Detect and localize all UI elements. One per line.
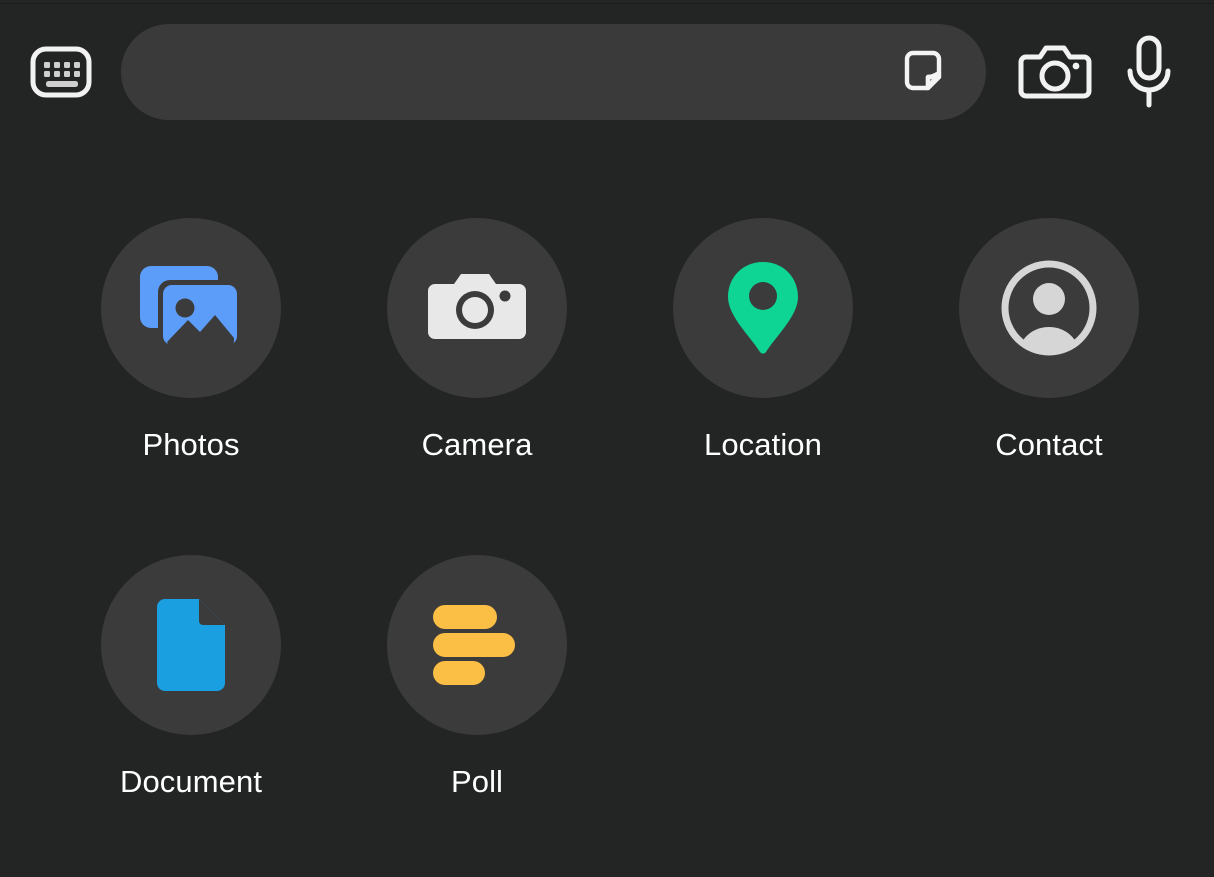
keyboard-toggle-button[interactable] — [30, 46, 92, 98]
keyboard-icon — [30, 46, 92, 98]
poll-bars-icon — [429, 601, 525, 689]
message-input-bar — [0, 0, 1214, 143]
camera-icon-circle — [387, 218, 567, 398]
attachment-option-contact[interactable]: Contact — [906, 218, 1192, 463]
attachment-option-location[interactable]: Location — [620, 218, 906, 463]
poll-icon-circle — [387, 555, 567, 735]
location-icon-circle — [673, 218, 853, 398]
attachment-option-document[interactable]: Document — [48, 555, 334, 800]
attachment-label-document: Document — [119, 764, 263, 799]
photos-icon — [136, 258, 246, 358]
camera-icon — [427, 268, 527, 348]
attachment-option-camera[interactable]: Camera — [334, 218, 620, 463]
attachment-label-contact: Contact — [995, 427, 1103, 462]
microphone-icon — [1120, 33, 1178, 111]
message-text-field[interactable] — [121, 23, 986, 120]
sticker-icon — [895, 44, 951, 100]
document-icon-circle — [101, 555, 281, 735]
location-pin-icon — [723, 258, 803, 358]
voice-message-button[interactable] — [1112, 35, 1186, 109]
sticker-button[interactable] — [894, 43, 952, 101]
attachment-label-location: Location — [703, 427, 822, 462]
contact-person-icon — [999, 258, 1099, 358]
camera-quick-button[interactable] — [1018, 35, 1092, 109]
photos-icon-circle — [101, 218, 281, 398]
document-icon — [151, 595, 231, 695]
attachment-label-poll: Poll — [450, 764, 504, 799]
attachment-label-photos: Photos — [142, 427, 240, 462]
attachment-option-photos[interactable]: Photos — [48, 218, 334, 463]
camera-icon — [1018, 40, 1092, 104]
attachment-label-camera: Camera — [421, 427, 533, 462]
attachment-option-poll[interactable]: Poll — [334, 555, 620, 800]
attachment-options-grid: Photos Camera Location Contact Document … — [0, 218, 1214, 800]
message-input[interactable] — [161, 54, 894, 89]
contact-icon-circle — [959, 218, 1139, 398]
